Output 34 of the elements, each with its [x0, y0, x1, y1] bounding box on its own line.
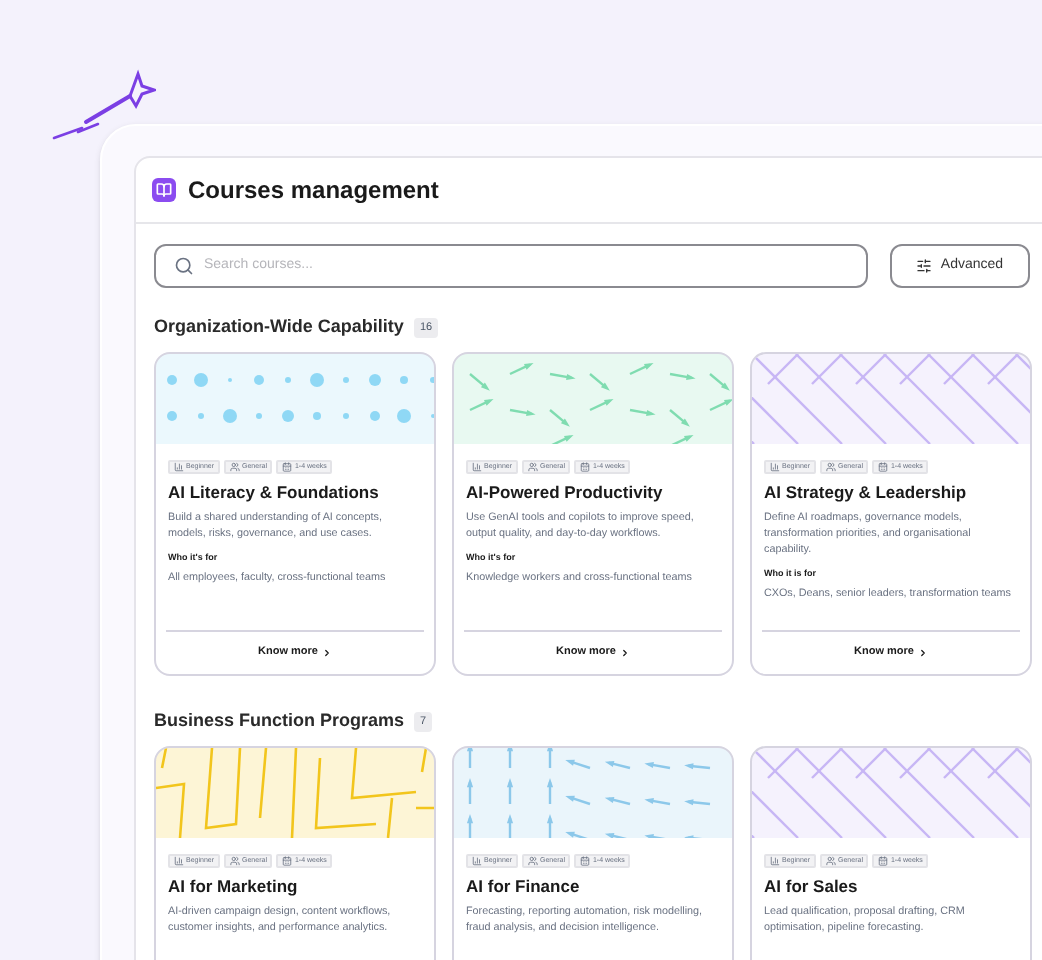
people-icon	[230, 462, 241, 472]
section-title: Business Function Programs	[154, 708, 405, 735]
people-icon	[528, 856, 539, 866]
bar-chart-icon	[472, 856, 482, 866]
calendar-icon	[282, 462, 293, 472]
course-title: AI Literacy & Foundations	[168, 482, 381, 504]
bar-chart-icon	[770, 462, 780, 472]
bar-chart-icon	[174, 462, 184, 472]
calendar-icon	[878, 856, 889, 866]
course-title: AI for Finance	[466, 876, 582, 898]
chevron-right-icon	[619, 648, 630, 658]
chevron-right-icon	[321, 648, 332, 658]
calendar-icon	[282, 856, 293, 866]
calendar-icon	[580, 462, 591, 472]
shooting-star-icon	[50, 66, 156, 142]
people-icon	[528, 462, 539, 472]
course-title: AI for Marketing	[168, 876, 300, 898]
people-icon	[230, 856, 241, 866]
bar-chart-icon	[174, 856, 184, 866]
calendar-icon	[580, 856, 591, 866]
course-title: AI-Powered Productivity	[466, 482, 665, 504]
course-title: AI for Sales	[764, 876, 860, 898]
chevron-right-icon	[917, 648, 928, 658]
calendar-icon	[878, 462, 889, 472]
bar-chart-icon	[472, 462, 482, 472]
section-title: Organization-Wide Capability	[154, 314, 404, 341]
book-icon	[152, 178, 176, 202]
course-title: AI Strategy & Leadership	[764, 482, 969, 504]
people-icon	[826, 462, 837, 472]
search-icon	[174, 256, 194, 276]
people-icon	[826, 856, 837, 866]
bar-chart-icon	[770, 856, 780, 866]
page-title: Courses management	[188, 174, 439, 208]
sliders-icon	[916, 258, 933, 274]
